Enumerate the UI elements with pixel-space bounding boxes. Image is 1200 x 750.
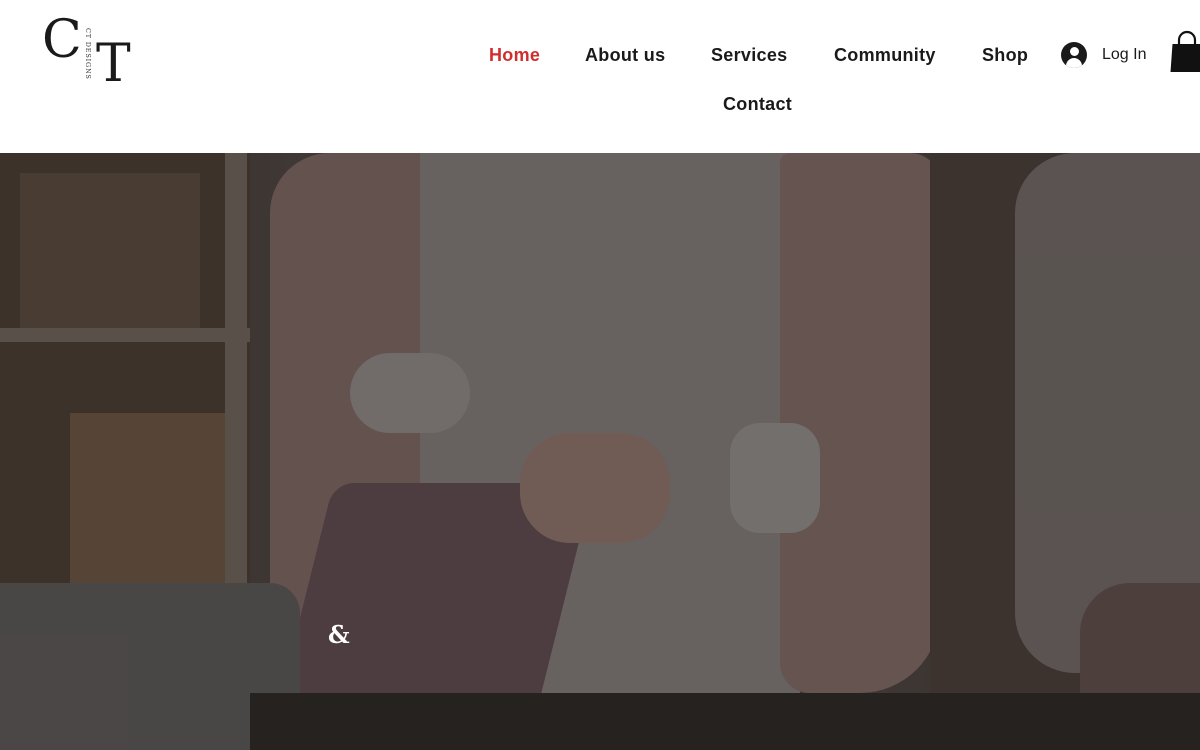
nav-home[interactable]: Home [489,45,540,66]
logo[interactable]: C CT DESIGNS T [40,14,132,94]
user-avatar-icon [1061,42,1087,68]
site-header: C CT DESIGNS T Home About us Services Co… [0,0,1200,153]
nav-community[interactable]: Community [834,45,936,66]
nav-about-us[interactable]: About us [585,45,665,66]
nav-contact[interactable]: Contact [723,94,792,115]
nav-shop[interactable]: Shop [982,45,1028,66]
hero-text: & [328,620,350,649]
shopping-bag-icon [1170,30,1200,73]
login-label: Log In [1102,46,1147,63]
login-button[interactable]: Log In [1061,41,1146,69]
logo-letter-t: T [96,34,131,94]
logo-subtitle: CT DESIGNS [84,28,92,80]
nav-services[interactable]: Services [711,45,787,66]
hero-banner: & [0,153,1200,750]
cart-button[interactable] [1170,30,1200,74]
logo-letter-c: C [42,10,82,70]
